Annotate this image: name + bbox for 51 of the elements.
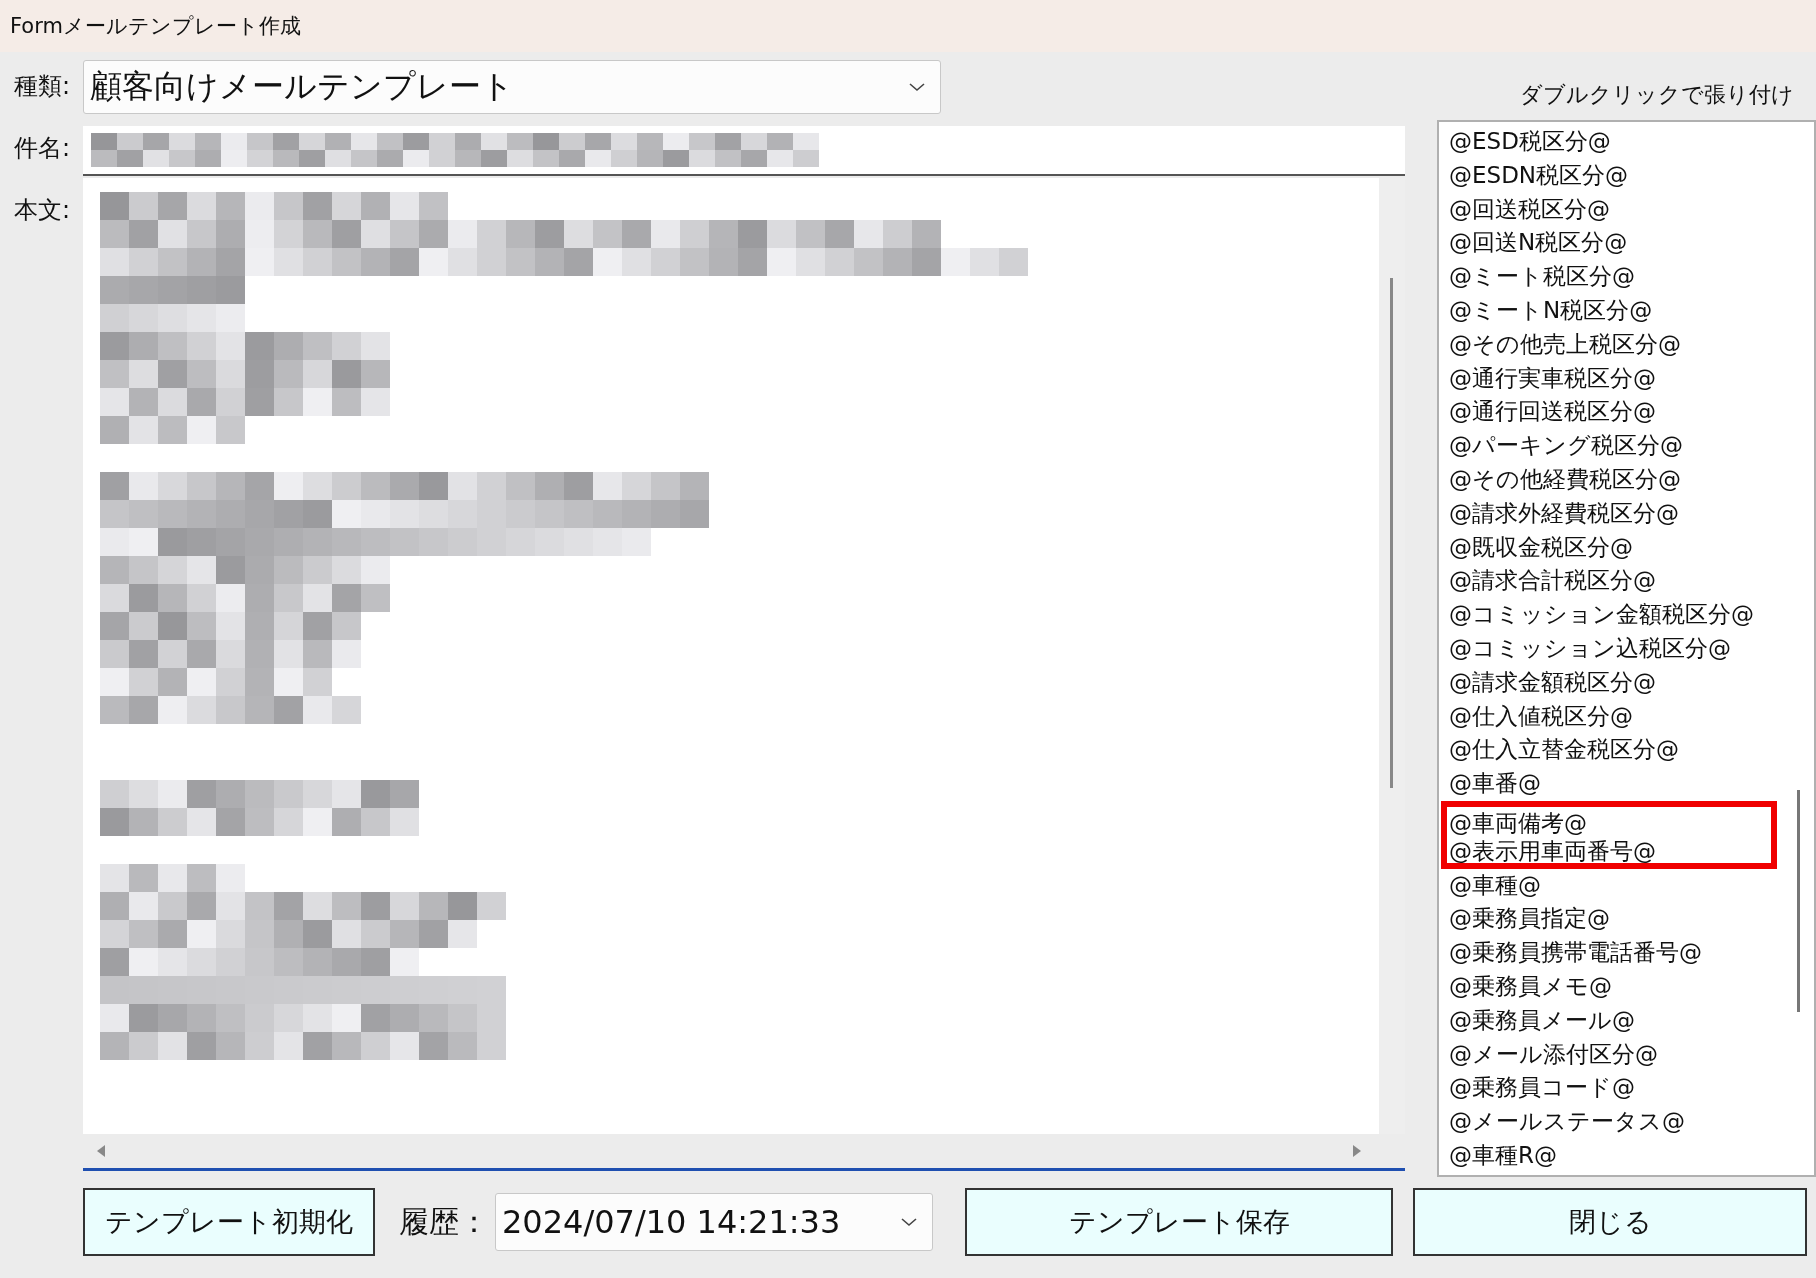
chevron-down-icon	[908, 81, 926, 93]
history-label: 履歴：	[399, 1202, 489, 1241]
list-item[interactable]: @通行回送税区分@	[1449, 395, 1656, 430]
list-item[interactable]: @回送税区分@	[1449, 192, 1610, 227]
list-item[interactable]: @請求合計税区分@	[1449, 564, 1656, 599]
body-field[interactable]	[83, 178, 1405, 1171]
list-item[interactable]: @仕入立替金税区分@	[1449, 733, 1679, 768]
close-button[interactable]: 閉じる	[1413, 1188, 1807, 1256]
list-item[interactable]: @通行実車税区分@	[1449, 361, 1656, 396]
list-item[interactable]: @回送N税区分@	[1449, 226, 1628, 261]
chevron-down-icon	[900, 1216, 918, 1228]
save-template-button[interactable]: テンプレート保存	[965, 1188, 1393, 1256]
list-item[interactable]: @その他経費税区分@	[1449, 462, 1681, 497]
list-item[interactable]: @乗務員携帯電話番号@	[1449, 936, 1702, 970]
placeholder-list[interactable]	[1437, 120, 1816, 1177]
body-label: 本文:	[14, 195, 72, 226]
history-dropdown[interactable]: 2024/07/10 14:21:33	[495, 1193, 933, 1251]
list-item[interactable]: @請求金額税区分@	[1449, 665, 1656, 700]
subject-label: 件名:	[14, 133, 72, 164]
list-item[interactable]: @メールステータス@	[1449, 1105, 1685, 1139]
list-item[interactable]: @パーキング税区分@	[1449, 429, 1683, 463]
list-item[interactable]: @その他売上税区分@	[1449, 327, 1681, 362]
list-item[interactable]: @メール添付区分@	[1449, 1037, 1658, 1072]
list-item[interactable]: @表示用車両番号@	[1441, 834, 1777, 869]
window-title: Formメールテンプレート作成	[10, 13, 301, 40]
scrollbar-thumb[interactable]	[1797, 790, 1800, 1012]
list-item[interactable]: @乗務員指定@	[1449, 902, 1610, 937]
list-item[interactable]: @仕入値税区分@	[1449, 699, 1633, 734]
list-item[interactable]: @既収金税区分@	[1449, 530, 1633, 565]
scrollbar-thumb[interactable]	[1390, 278, 1393, 788]
list-item[interactable]: @ミートN税区分@	[1449, 294, 1653, 328]
reset-template-button[interactable]: テンプレート初期化	[83, 1188, 375, 1256]
list-item[interactable]: @ESDN税区分@	[1449, 158, 1629, 193]
list-item[interactable]: @コミッション込税区分@	[1449, 631, 1731, 666]
list-item[interactable]: @請求外経費税区分@	[1449, 496, 1679, 531]
list-item[interactable]: @車種R@	[1449, 1138, 1557, 1173]
list-item[interactable]: @乗務員メモ@	[1449, 969, 1612, 1004]
list-item[interactable]: @車番@	[1449, 767, 1541, 801]
subject-field[interactable]	[83, 126, 1405, 176]
list-item[interactable]: @乗務員コード@	[1449, 1071, 1635, 1106]
list-item[interactable]: @乗務員メール@	[1449, 1003, 1635, 1038]
list-header: ダブルクリックで張り付け	[1518, 81, 1795, 109]
list-item[interactable]: @車両備考@	[1441, 800, 1777, 835]
list-item[interactable]: @コミッション金額税区分@	[1449, 598, 1754, 632]
list-item[interactable]: @ミート税区分@	[1449, 260, 1635, 294]
type-dropdown[interactable]: 顧客向けメールテンプレート	[83, 60, 941, 114]
scroll-right-icon[interactable]	[1351, 1144, 1363, 1158]
scroll-left-icon[interactable]	[95, 1144, 107, 1158]
type-label: 種類:	[14, 71, 72, 102]
list-item[interactable]: @ESD税区分@	[1449, 125, 1611, 159]
list-item[interactable]: @車種@	[1449, 868, 1541, 903]
